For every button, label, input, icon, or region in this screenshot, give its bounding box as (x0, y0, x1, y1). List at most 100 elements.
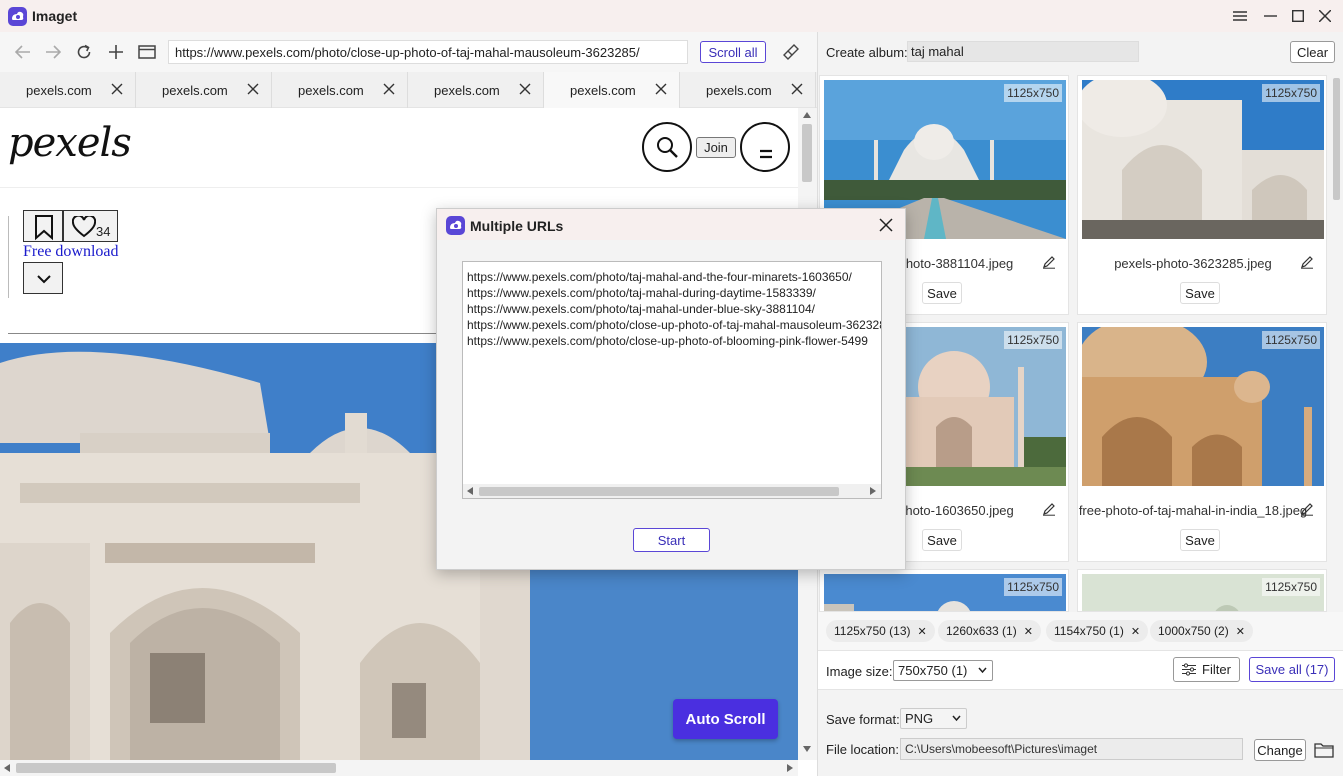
edit-icon[interactable] (1042, 255, 1056, 269)
edit-icon[interactable] (1300, 255, 1314, 269)
chip-remove-icon[interactable]: ✕ (1024, 625, 1033, 638)
tab-close-icon[interactable] (111, 83, 123, 95)
save-button[interactable]: Save (1180, 529, 1220, 551)
chip-remove-icon[interactable]: ✕ (1131, 625, 1140, 638)
image-size-select[interactable]: 750x750 (1) (893, 660, 993, 681)
image-dimension: 1125x750 (1262, 331, 1320, 349)
size-chip[interactable]: 1154x750 (1) ✕ (1046, 620, 1149, 642)
search-icon[interactable] (642, 122, 692, 172)
tab-close-icon[interactable] (655, 83, 667, 95)
url-line: https://www.pexels.com/photo/close-up-ph… (467, 334, 868, 348)
save-format-value: PNG (905, 711, 934, 726)
edit-icon[interactable] (1042, 502, 1056, 516)
dialog-header: Multiple URLs (437, 209, 905, 240)
back-icon[interactable] (12, 41, 34, 63)
gallery-scroll-thumb[interactable] (1333, 78, 1340, 200)
tab-label: pexels.com (26, 83, 92, 98)
plus-icon[interactable] (105, 41, 127, 63)
size-chip[interactable]: 1000x750 (2) ✕ (1150, 620, 1253, 642)
join-button[interactable]: Join (696, 137, 736, 158)
tab[interactable]: pexels.com (408, 72, 544, 108)
like-button[interactable]: 34 (63, 210, 118, 242)
size-chip-label: 1125x750 (13) (834, 624, 911, 638)
horizontal-scroll-thumb[interactable] (16, 763, 336, 773)
close-icon[interactable] (1314, 6, 1336, 26)
tab[interactable]: pexels.com (680, 72, 816, 108)
urls-textarea[interactable]: https://www.pexels.com/photo/taj-mahal-a… (462, 261, 882, 499)
minimize-icon[interactable] (1259, 6, 1281, 26)
filter-button[interactable]: Filter (1173, 657, 1240, 682)
save-all-button[interactable]: Save all (17) (1249, 657, 1335, 682)
textarea-scroll-thumb[interactable] (479, 487, 839, 496)
image-thumbnail[interactable]: 1125x750 (1082, 327, 1324, 486)
auto-scroll-button[interactable]: Auto Scroll (673, 699, 778, 739)
edit-icon[interactable] (1300, 502, 1314, 516)
tab-close-icon[interactable] (383, 83, 395, 95)
image-card[interactable]: 1125x750 (1077, 569, 1327, 612)
tabs-icon[interactable] (136, 41, 158, 63)
like-count: 34 (96, 224, 111, 239)
save-format-select[interactable]: PNG (900, 708, 967, 729)
size-chip-label: 1154x750 (1) (1054, 624, 1124, 638)
url-line: https://www.pexels.com/photo/taj-mahal-u… (467, 302, 815, 316)
scroll-all-button[interactable]: Scroll all (700, 41, 766, 63)
image-card[interactable]: 1125x750 (819, 569, 1069, 612)
menu-icon[interactable] (1229, 6, 1251, 26)
size-chip[interactable]: 1125x750 (13) ✕ (826, 620, 935, 642)
image-dimension: 1125x750 (1262, 578, 1320, 596)
album-input[interactable] (907, 41, 1139, 62)
tab-label: pexels.com (570, 83, 636, 98)
tab[interactable]: pexels.com (136, 72, 272, 108)
chip-remove-icon[interactable]: ✕ (1236, 625, 1245, 638)
image-thumbnail[interactable]: 1125x750 (1082, 574, 1324, 611)
reload-icon[interactable] (73, 41, 95, 63)
tab[interactable]: pexels.com (0, 72, 136, 108)
bookmark-button[interactable] (23, 210, 63, 242)
tab-label: pexels.com (162, 83, 228, 98)
url-line: https://www.pexels.com/photo/taj-mahal-d… (467, 286, 816, 300)
save-button[interactable]: Save (1180, 282, 1220, 304)
free-download-link[interactable]: Free download (23, 243, 119, 261)
tab-bar: pexels.com pexels.com pexels.com pexels.… (0, 72, 817, 108)
browser-toolbar: Scroll all (0, 32, 817, 72)
tab-close-icon[interactable] (247, 83, 259, 95)
image-card[interactable]: 1125x750 free-photo-of-taj-mahal-in-indi… (1077, 322, 1327, 562)
image-thumbnail[interactable]: 1125x750 (824, 574, 1066, 611)
size-chip-label: 1000x750 (2) (1158, 624, 1229, 638)
url-input[interactable] (168, 40, 688, 64)
clear-button[interactable]: Clear (1290, 41, 1335, 63)
save-button[interactable]: Save (922, 282, 962, 304)
size-chip-label: 1260x633 (1) (946, 624, 1017, 638)
tab-close-icon[interactable] (791, 83, 803, 95)
tab-active[interactable]: pexels.com (544, 72, 680, 108)
forward-icon[interactable] (42, 41, 64, 63)
image-thumbnail[interactable]: 1125x750 (1082, 80, 1324, 239)
menu-button[interactable] (740, 122, 790, 172)
divider (0, 187, 798, 188)
image-filename: free-photo-of-taj-mahal-in-india_18.jpeg (1078, 503, 1308, 518)
tab-label: pexels.com (434, 83, 500, 98)
chip-remove-icon[interactable]: ✕ (918, 625, 927, 638)
size-chip[interactable]: 1260x633 (1) ✕ (938, 620, 1041, 642)
image-card[interactable]: 1125x750 pexels-photo-3623285.jpeg Save (1077, 75, 1327, 315)
tab-close-icon[interactable] (519, 83, 531, 95)
url-line: https://www.pexels.com/photo/close-up-ph… (467, 318, 882, 332)
image-dimension: 1125x750 (1004, 331, 1062, 349)
image-filename: pexels-photo-3623285.jpeg (1114, 256, 1272, 271)
textarea-horizontal-scrollbar[interactable] (463, 484, 881, 498)
clean-icon[interactable] (780, 41, 802, 63)
file-location-field[interactable]: C:\Users\mobeesoft\Pictures\imaget (900, 738, 1243, 760)
close-icon[interactable] (879, 218, 893, 232)
app-logo-icon (8, 7, 27, 26)
download-options-button[interactable] (23, 262, 63, 294)
tab[interactable]: pexels.com (272, 72, 408, 108)
start-button[interactable]: Start (633, 528, 710, 552)
save-button[interactable]: Save (922, 529, 962, 551)
change-location-button[interactable]: Change (1254, 739, 1306, 761)
save-format-label: Save format: (826, 712, 900, 727)
vertical-scroll-thumb[interactable] (802, 124, 812, 182)
image-dimension: 1125x750 (1262, 84, 1320, 102)
maximize-icon[interactable] (1287, 6, 1309, 26)
pexels-logo[interactable]: pexels (8, 120, 132, 166)
folder-icon[interactable] (1314, 741, 1334, 758)
